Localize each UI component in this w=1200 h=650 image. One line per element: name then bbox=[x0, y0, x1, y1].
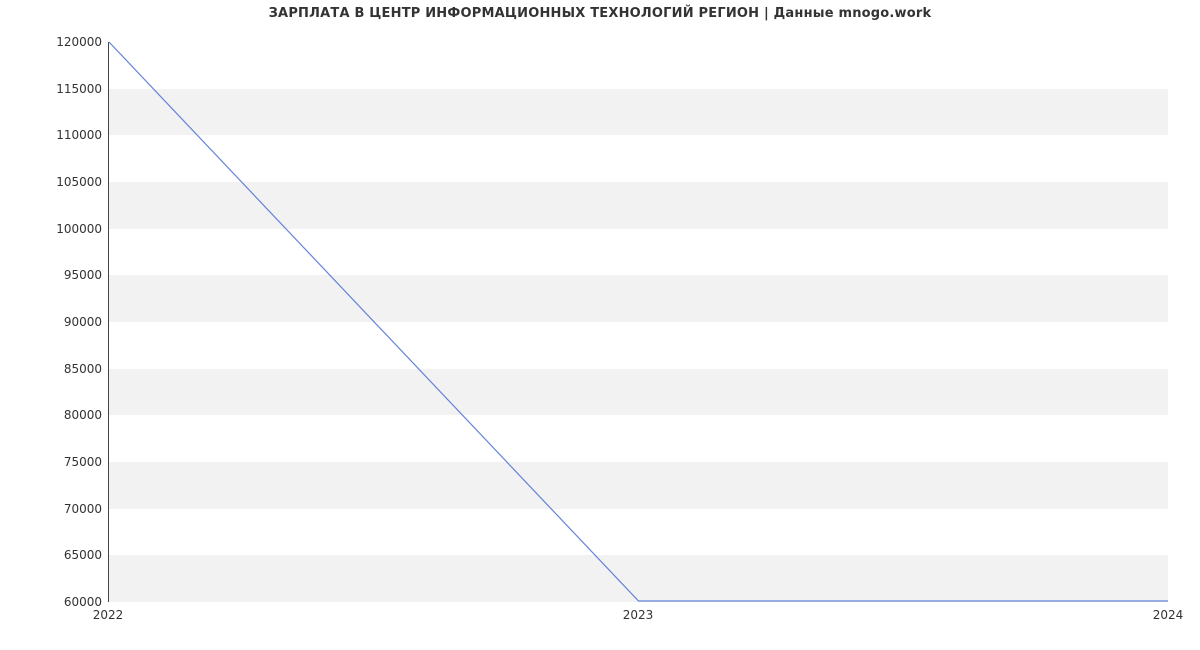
y-tick-label: 65000 bbox=[12, 548, 102, 562]
y-tick-label: 115000 bbox=[12, 82, 102, 96]
y-tick-label: 110000 bbox=[12, 128, 102, 142]
y-tick-label: 105000 bbox=[12, 175, 102, 189]
x-tick-label: 2024 bbox=[1153, 608, 1184, 622]
y-tick-label: 100000 bbox=[12, 222, 102, 236]
y-tick-label: 60000 bbox=[12, 595, 102, 609]
x-tick-label: 2022 bbox=[93, 608, 124, 622]
y-tick-label: 70000 bbox=[12, 502, 102, 516]
y-tick-label: 90000 bbox=[12, 315, 102, 329]
y-tick-label: 75000 bbox=[12, 455, 102, 469]
y-tick-label: 120000 bbox=[12, 35, 102, 49]
y-tick-label: 85000 bbox=[12, 362, 102, 376]
chart-title: ЗАРПЛАТА В ЦЕНТР ИНФОРМАЦИОННЫХ ТЕХНОЛОГ… bbox=[0, 6, 1200, 21]
plot-area bbox=[108, 42, 1168, 602]
y-tick-label: 80000 bbox=[12, 408, 102, 422]
series-line bbox=[109, 42, 1168, 601]
x-tick-label: 2023 bbox=[623, 608, 654, 622]
line-layer bbox=[109, 42, 1168, 601]
y-tick-label: 95000 bbox=[12, 268, 102, 282]
chart-container: ЗАРПЛАТА В ЦЕНТР ИНФОРМАЦИОННЫХ ТЕХНОЛОГ… bbox=[0, 0, 1200, 650]
